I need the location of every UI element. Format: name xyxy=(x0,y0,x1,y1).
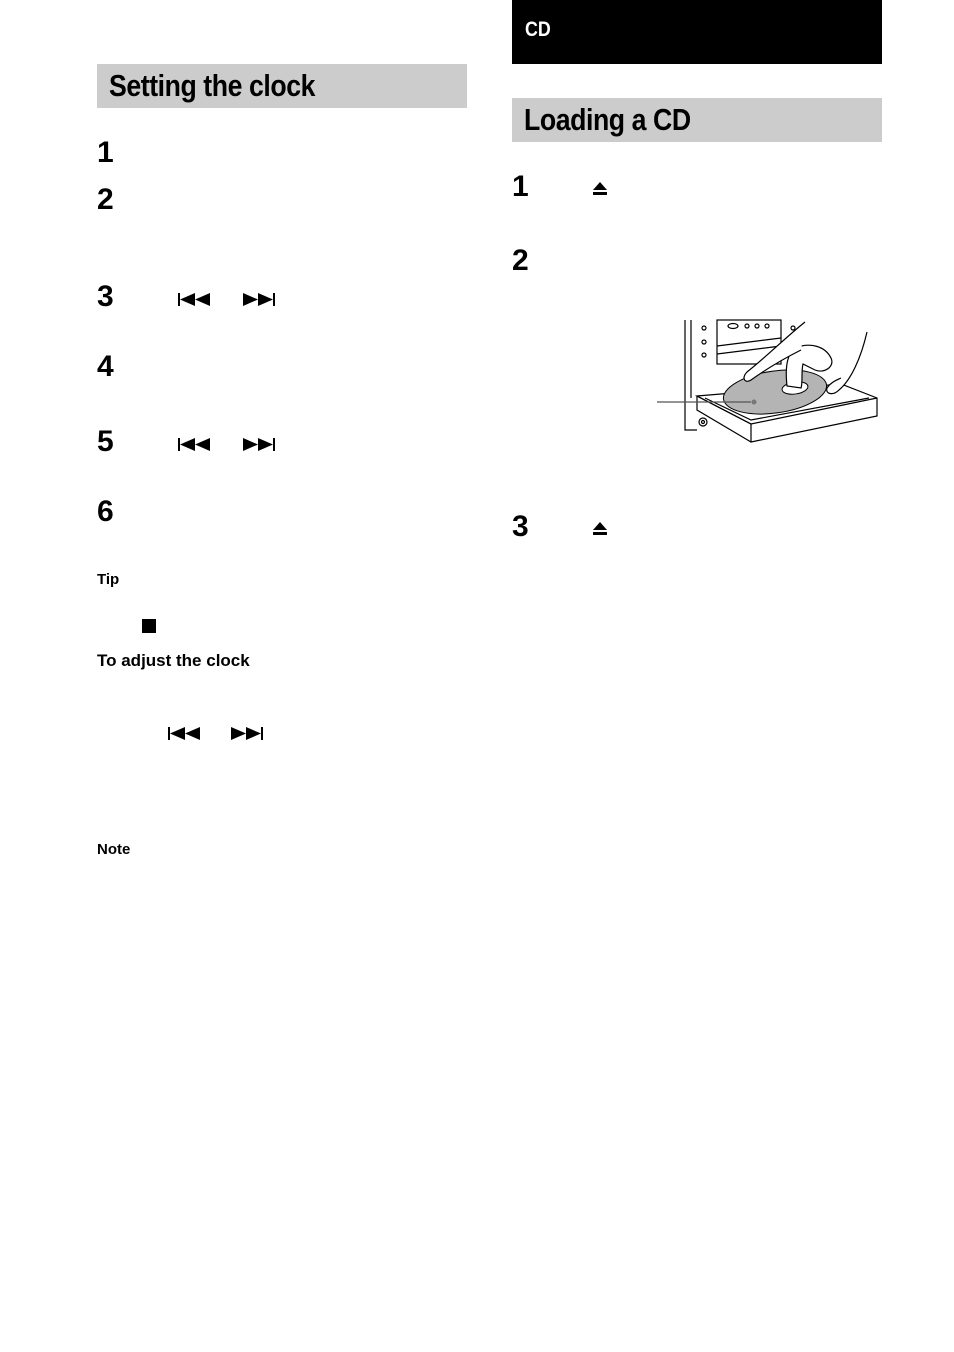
step-number-2: 2 xyxy=(97,183,114,216)
note-label: Note xyxy=(97,841,131,858)
next-track-icon xyxy=(243,438,275,451)
section-header-setting-clock: Setting the clock xyxy=(97,64,467,108)
section-header-loading-cd: Loading a CD xyxy=(512,98,882,142)
section-title: Loading a CD xyxy=(524,102,691,137)
previous-track-icon xyxy=(168,727,200,740)
eject-icon xyxy=(593,522,607,535)
step-number-1: 1 xyxy=(512,170,529,203)
next-track-icon xyxy=(243,293,275,306)
step-number-4: 4 xyxy=(97,350,114,383)
eject-icon xyxy=(593,182,607,195)
chapter-label: CD xyxy=(525,18,551,41)
previous-track-icon xyxy=(178,293,210,306)
previous-track-icon xyxy=(178,438,210,451)
stop-icon xyxy=(142,619,156,633)
next-track-icon xyxy=(231,727,263,740)
step-number-1: 1 xyxy=(97,136,114,169)
chapter-tab-cd: CD xyxy=(512,0,882,64)
step-number-5: 5 xyxy=(97,425,114,458)
step-number-6: 6 xyxy=(97,495,114,528)
step-number-3: 3 xyxy=(97,280,114,313)
step-number-3: 3 xyxy=(512,510,529,543)
adjust-clock-heading: To adjust the clock xyxy=(97,651,250,670)
section-title: Setting the clock xyxy=(109,68,316,103)
tip-label: Tip xyxy=(97,571,120,588)
cd-tray-loading-illustration xyxy=(657,319,878,443)
step-number-2: 2 xyxy=(512,244,529,277)
